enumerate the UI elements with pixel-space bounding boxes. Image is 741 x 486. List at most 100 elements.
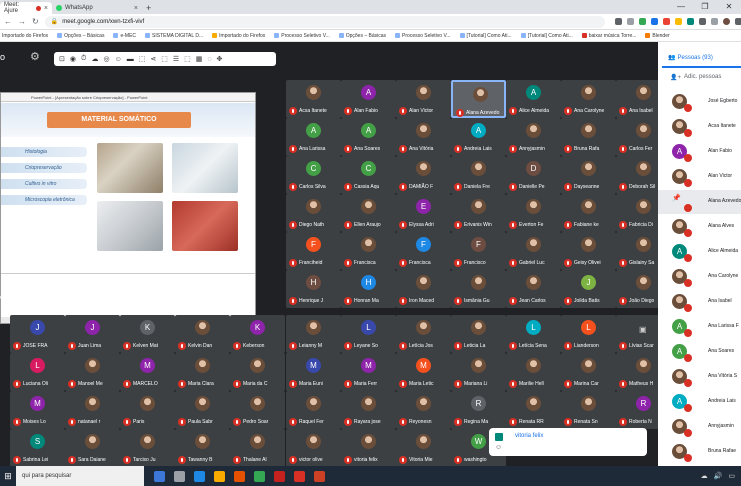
extension-icon[interactable] (674, 18, 682, 25)
bookmark-item[interactable]: Importado do Firefox (212, 33, 265, 39)
forward-icon[interactable]: → (18, 17, 26, 26)
participant-tile[interactable]: Diego Nath (286, 194, 341, 232)
people-list-item[interactable]: Ana Vitória S (658, 365, 741, 389)
annotation-tool-icon[interactable]: ☺ (115, 56, 122, 63)
extension-icon[interactable] (698, 18, 706, 25)
taskbar-app-icon[interactable] (254, 470, 265, 482)
extension-icon[interactable] (650, 18, 658, 25)
participant-tile[interactable]: Alan Victor (396, 80, 451, 118)
start-icon[interactable]: ⊞ (0, 471, 16, 482)
participant-tile[interactable]: Marina Car (561, 353, 616, 391)
bookmark-item[interactable]: [Tutorial] Como Ati... (459, 33, 512, 39)
participant-tile[interactable]: Marilie Hell (506, 353, 561, 391)
participant-tile[interactable]: C Carlos Silva (286, 156, 341, 194)
tab-meet[interactable]: Meet: Ajure × (0, 2, 52, 14)
taskbar-app-icon[interactable] (154, 470, 165, 482)
participant-tile[interactable]: Thalane Al (230, 429, 285, 467)
participant-tile[interactable]: K Kelven Mat (120, 315, 175, 353)
participant-tile[interactable]: L Luciana Oli (10, 353, 65, 391)
participant-tile[interactable]: Maria da C (230, 353, 285, 391)
people-list-item[interactable]: A Alan Fabio (658, 140, 741, 164)
participant-tile[interactable]: Manoel Me (65, 353, 120, 391)
people-list-item[interactable]: 📌 Alana Azevedo (658, 190, 741, 214)
bookmark-item[interactable]: e-MEC (113, 33, 136, 39)
tab-whatsapp[interactable]: WhatsApp × (52, 2, 142, 14)
participant-tile[interactable]: Vitoria Mie (396, 429, 451, 467)
people-list-item[interactable]: A Ana Soares (658, 340, 741, 364)
people-tab[interactable]: Pessoas (93) (658, 52, 741, 64)
participant-tile[interactable]: Letícia Jos (396, 315, 451, 353)
participant-tile[interactable]: K Keberson (230, 315, 285, 353)
annotation-tool-icon[interactable]: ◎ (103, 55, 109, 63)
participant-tile[interactable]: A Ana Soares (341, 118, 396, 156)
people-list-item[interactable]: Acsa Itanete (658, 115, 741, 139)
participant-tile[interactable]: Francisca (341, 232, 396, 270)
annotation-tool-icon[interactable]: ⏱ (81, 55, 86, 63)
bookmark-item[interactable]: [Tutorial] Como Ati... (520, 33, 573, 39)
close-tab-icon[interactable]: × (134, 5, 138, 12)
bookmark-item[interactable]: Processo Seletivo V... (274, 33, 330, 39)
participant-tile[interactable]: Bruna Rafa (561, 118, 616, 156)
participant-tile[interactable]: S Sabrina Lei (10, 429, 65, 467)
participant-tile[interactable]: H Honran Ma (341, 270, 396, 308)
participant-tile[interactable]: F Francisco (451, 232, 506, 270)
participant-tile[interactable]: E Elyssa Adri (396, 194, 451, 232)
participant-tile[interactable]: J Joilda Batis (561, 270, 616, 308)
taskbar-app-icon[interactable] (214, 470, 225, 482)
bookmark-item[interactable]: Opções – Básicas (338, 33, 386, 39)
taskbar-app-icon[interactable] (194, 470, 205, 482)
participant-tile[interactable]: Dayseanne (561, 156, 616, 194)
participant-tile[interactable]: A Andreia Lais (451, 118, 506, 156)
participant-tile[interactable]: Raquel Fer (286, 391, 341, 429)
annotation-tool-icon[interactable]: ◉ (70, 55, 76, 63)
camera-extension-icon[interactable] (614, 18, 622, 25)
participant-tile[interactable]: F Francisca (396, 232, 451, 270)
participant-tile[interactable]: DAMIÃO F (396, 156, 451, 194)
profile-avatar[interactable] (722, 18, 730, 25)
participant-tile[interactable]: Kelvin Dan (175, 315, 230, 353)
annotation-tool-icon[interactable]: ⊡ (59, 55, 65, 63)
participant-tile[interactable]: victor olive (286, 429, 341, 467)
bookmark-item[interactable]: SISTEMA DIGITAL D... (145, 33, 203, 39)
annotation-tool-icon[interactable]: ⋖ (150, 55, 156, 63)
participant-tile[interactable]: Tarciso Ju (120, 429, 175, 467)
taskbar-app-icon[interactable] (174, 470, 185, 482)
annotation-tool-icon[interactable]: ▬ (127, 56, 134, 63)
participant-tile[interactable]: Alana Azevedo (451, 80, 506, 118)
minimize-button[interactable]: — (669, 0, 693, 14)
annotation-tool-icon[interactable]: ⬚ (139, 55, 146, 63)
back-icon[interactable]: ← (4, 17, 12, 26)
participant-tile[interactable]: M Maria Letic (396, 353, 451, 391)
participant-tile[interactable]: Gabriel Luc (506, 232, 561, 270)
participant-tile[interactable]: Pedro Soar (230, 391, 285, 429)
participant-tile[interactable]: A Alan Fabio (341, 80, 396, 118)
people-list-item[interactable]: Alan Victor (658, 165, 741, 189)
new-tab-button[interactable]: + (146, 3, 151, 13)
participant-tile[interactable]: D Danielle Pe (506, 156, 561, 194)
participant-tile[interactable]: A Ana Larissa (286, 118, 341, 156)
close-tab-icon[interactable]: × (44, 5, 48, 12)
participant-tile[interactable]: R Regina Ma (451, 391, 506, 429)
bookmark-item[interactable]: Importado do Firefox (2, 33, 48, 39)
participant-tile[interactable]: Paris (120, 391, 175, 429)
participant-tile[interactable]: Ana Carolyne (561, 80, 616, 118)
close-window-button[interactable]: ✕ (717, 0, 741, 14)
taskbar-search[interactable]: qui para pesquisar (16, 466, 144, 486)
participant-tile[interactable]: Sara Daiane (65, 429, 120, 467)
tray-volume-icon[interactable]: 🔊 (714, 472, 723, 480)
people-list-item[interactable]: Ana Carolyne (658, 265, 741, 289)
participant-tile[interactable]: Ana Vitória (396, 118, 451, 156)
maximize-button[interactable]: ❐ (693, 0, 717, 14)
participant-tile[interactable]: A Alice Almeida (506, 80, 561, 118)
participant-tile[interactable]: Leianny M (286, 315, 341, 353)
participant-tile[interactable]: Jean Carlos (506, 270, 561, 308)
people-list-item[interactable]: A Ana Larissa F (658, 315, 741, 339)
participant-tile[interactable]: M Maria Ferr (341, 353, 396, 391)
participant-tile[interactable]: Annyjasmin (506, 118, 561, 156)
people-list-item[interactable]: Annyjasmin (658, 415, 741, 439)
tray-battery-icon[interactable]: ▭ (728, 472, 735, 480)
participant-tile[interactable]: L Lianderson (561, 315, 616, 353)
extension-icon[interactable] (710, 18, 718, 25)
gear-icon[interactable]: ⚙ (30, 50, 40, 63)
presentation-tile[interactable]: PowerPoint - [Apresentação sobre Criopre… (0, 92, 256, 324)
